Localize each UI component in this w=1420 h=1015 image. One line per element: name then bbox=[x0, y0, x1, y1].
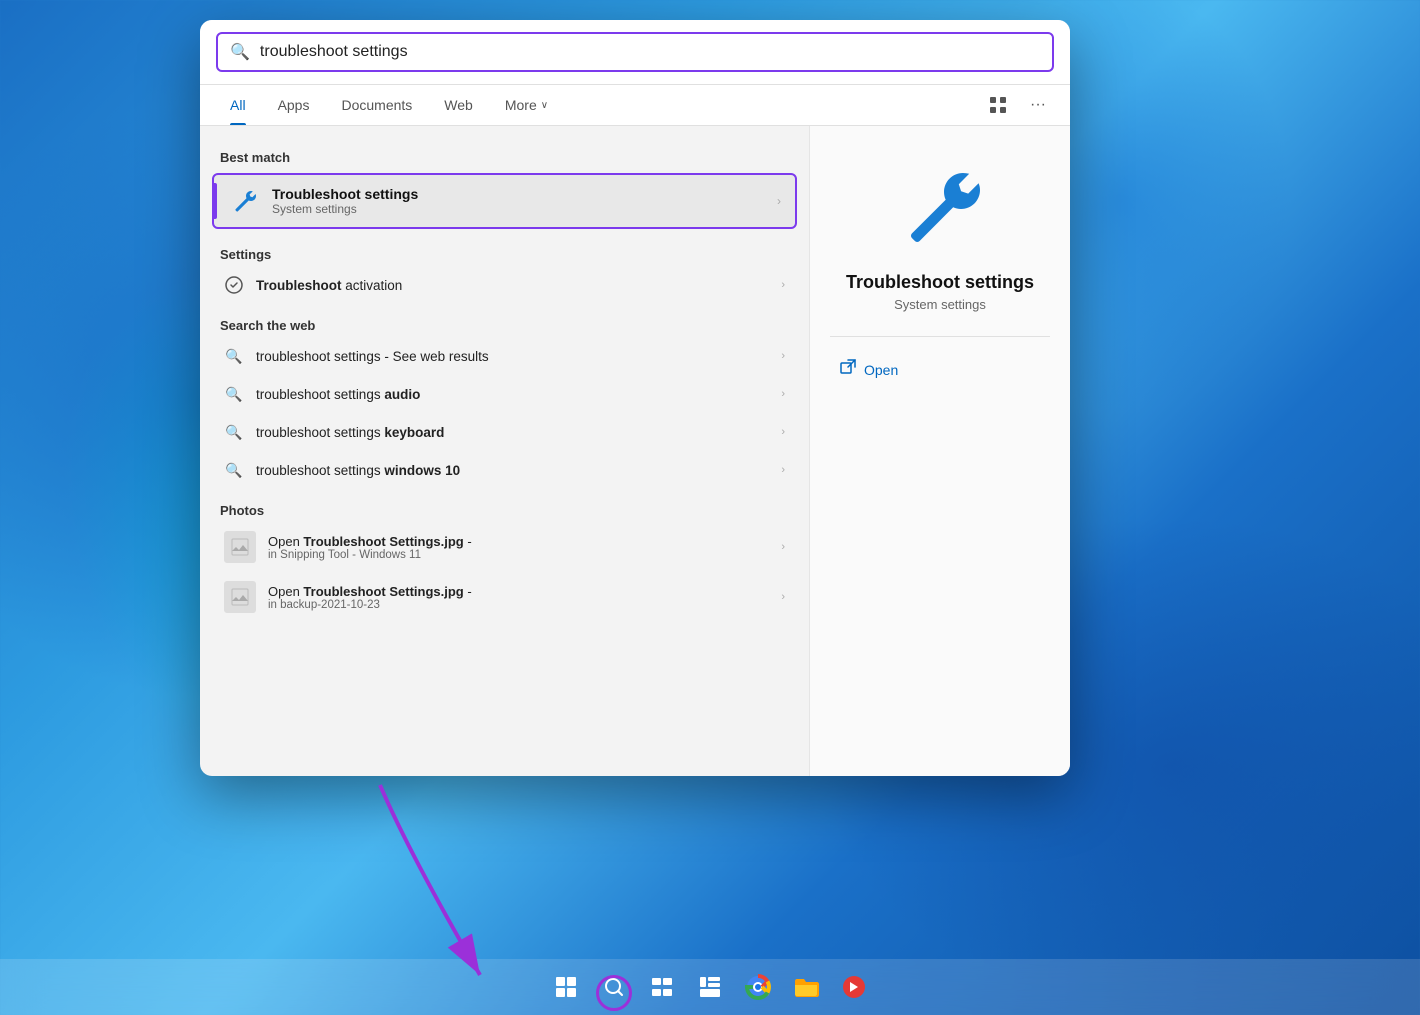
web-search-icon-1: 🔍 bbox=[224, 346, 244, 366]
tab-more-label: More bbox=[505, 97, 537, 113]
right-panel-divider bbox=[830, 336, 1050, 337]
troubleshoot-activation-text: Troubleshoot activation bbox=[256, 278, 769, 293]
main-content: Best match Troubleshoot settings System … bbox=[200, 126, 1070, 776]
tab-apps[interactable]: Apps bbox=[264, 85, 324, 125]
tabs-actions: ··· bbox=[982, 89, 1054, 121]
right-panel-icon bbox=[890, 156, 990, 256]
open-link-icon bbox=[840, 359, 856, 380]
search-bar-container: 🔍 bbox=[200, 20, 1070, 85]
web-search-item-4[interactable]: 🔍 troubleshoot settings windows 10 › bbox=[204, 451, 805, 489]
search-input[interactable] bbox=[260, 43, 1040, 61]
search-web-header: Search the web bbox=[200, 304, 809, 337]
photo-icon-1 bbox=[224, 531, 256, 563]
best-match-text: Troubleshoot settings System settings bbox=[272, 186, 418, 216]
best-match-item[interactable]: Troubleshoot settings System settings › bbox=[212, 173, 797, 229]
web-search-item-3[interactable]: 🔍 troubleshoot settings keyboard › bbox=[204, 413, 805, 451]
widgets-button[interactable] bbox=[690, 967, 730, 1007]
photo-chevron-1: › bbox=[781, 541, 785, 553]
taskbar bbox=[0, 959, 1420, 1015]
activation-chevron: › bbox=[781, 279, 785, 291]
best-match-subtitle: System settings bbox=[272, 202, 418, 216]
more-options-button[interactable]: ··· bbox=[1022, 89, 1054, 121]
web-search-text-1: troubleshoot settings - See web results bbox=[256, 349, 769, 364]
photo-item-1[interactable]: Open Troubleshoot Settings.jpg - in Snip… bbox=[204, 522, 805, 572]
search-bar: 🔍 bbox=[216, 32, 1054, 72]
explorer-button[interactable] bbox=[786, 967, 826, 1007]
wrench-icon bbox=[228, 185, 260, 217]
web-search-text-4: troubleshoot settings windows 10 bbox=[256, 463, 769, 478]
search-button[interactable] bbox=[594, 967, 634, 1007]
web-chevron-3: › bbox=[781, 426, 785, 438]
search-window: 🔍 All Apps Documents Web More ∨ ··· bbox=[200, 20, 1070, 776]
web-chevron-4: › bbox=[781, 464, 785, 476]
tab-web[interactable]: Web bbox=[430, 85, 487, 125]
best-match-title: Troubleshoot settings bbox=[272, 186, 418, 202]
web-search-item-1[interactable]: 🔍 troubleshoot settings - See web result… bbox=[204, 337, 805, 375]
right-panel-title: Troubleshoot settings bbox=[846, 272, 1034, 293]
left-panel: Best match Troubleshoot settings System … bbox=[200, 126, 810, 776]
photo-icon-2 bbox=[224, 581, 256, 613]
right-panel: Troubleshoot settings System settings Op… bbox=[810, 126, 1070, 776]
web-search-icon-4: 🔍 bbox=[224, 460, 244, 480]
other-button[interactable] bbox=[834, 967, 874, 1007]
right-panel-subtitle: System settings bbox=[894, 297, 986, 312]
circle-check-icon bbox=[224, 275, 244, 295]
tab-documents[interactable]: Documents bbox=[327, 85, 426, 125]
photo-item-2[interactable]: Open Troubleshoot Settings.jpg - in back… bbox=[204, 572, 805, 622]
web-search-icon-3: 🔍 bbox=[224, 422, 244, 442]
open-label: Open bbox=[864, 362, 898, 378]
start-button[interactable] bbox=[546, 967, 586, 1007]
apps-grid-button[interactable] bbox=[982, 89, 1014, 121]
photo-text-1: Open Troubleshoot Settings.jpg - in Snip… bbox=[268, 534, 769, 561]
settings-section-header: Settings bbox=[200, 233, 809, 266]
photo-text-2: Open Troubleshoot Settings.jpg - in back… bbox=[268, 584, 769, 611]
web-chevron-2: › bbox=[781, 388, 785, 400]
photos-section-header: Photos bbox=[200, 489, 809, 522]
tabs-row: All Apps Documents Web More ∨ ··· bbox=[200, 85, 1070, 126]
troubleshoot-activation-item[interactable]: Troubleshoot activation › bbox=[204, 266, 805, 304]
photo-chevron-2: › bbox=[781, 591, 785, 603]
web-search-text-2: troubleshoot settings audio bbox=[256, 387, 769, 402]
open-button[interactable]: Open bbox=[830, 353, 898, 386]
best-match-chevron: › bbox=[777, 194, 781, 208]
tab-all[interactable]: All bbox=[216, 85, 260, 125]
web-chevron-1: › bbox=[781, 350, 785, 362]
best-match-header: Best match bbox=[200, 142, 809, 169]
web-search-item-2[interactable]: 🔍 troubleshoot settings audio › bbox=[204, 375, 805, 413]
web-search-text-3: troubleshoot settings keyboard bbox=[256, 425, 769, 440]
tab-more[interactable]: More ∨ bbox=[491, 85, 562, 125]
chrome-button[interactable] bbox=[738, 967, 778, 1007]
search-icon: 🔍 bbox=[230, 42, 250, 62]
chevron-down-icon: ∨ bbox=[541, 100, 548, 111]
web-search-icon-2: 🔍 bbox=[224, 384, 244, 404]
taskview-button[interactable] bbox=[642, 967, 682, 1007]
